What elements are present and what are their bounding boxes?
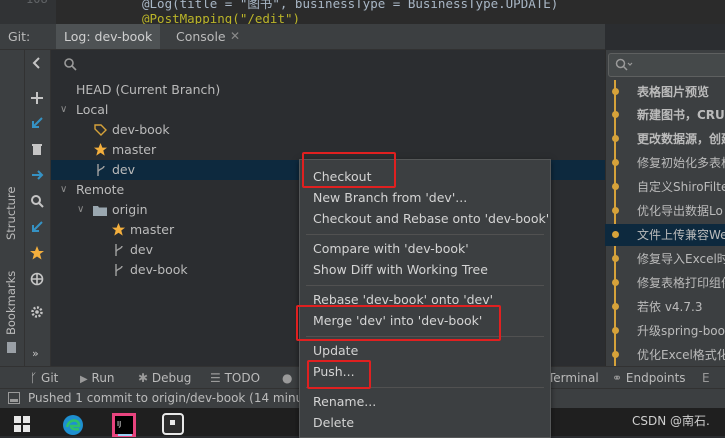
- commit-row[interactable]: 新建图书，CRUD: [605, 104, 725, 126]
- edge-browser-icon[interactable]: [62, 414, 84, 436]
- code-editor[interactable]: 108 @Log(title = "图书", businessType = Bu…: [0, 0, 725, 26]
- windows-start-icon[interactable]: [14, 416, 30, 432]
- commit-node: [612, 327, 619, 334]
- commit-row[interactable]: 优化导出数据Lo: [605, 200, 725, 222]
- list-icon: ☰: [210, 371, 221, 385]
- todo-tool-button[interactable]: ☰ TODO: [210, 371, 260, 385]
- branches-action-column: »: [25, 50, 51, 366]
- bookmarks-tab[interactable]: Bookmarks: [4, 271, 18, 335]
- tab-log[interactable]: Log: dev-book: [56, 24, 161, 49]
- chevron-down-icon[interactable]: ∨: [77, 200, 84, 220]
- update-selected-icon[interactable]: [30, 116, 44, 130]
- left-tool-strip: Structure Bookmarks: [0, 50, 25, 366]
- more-chevron-icon[interactable]: »: [32, 347, 39, 360]
- folder-icon: [93, 205, 107, 216]
- commit-row[interactable]: 若依 v4.7.3: [605, 296, 725, 318]
- menu-item-show-diff[interactable]: Show Diff with Working Tree: [313, 260, 488, 280]
- menu-item-new-branch[interactable]: New Branch from 'dev'...: [313, 188, 467, 208]
- bug-icon: ✱: [138, 371, 149, 385]
- problems-tool-button[interactable]: ●: [282, 371, 292, 385]
- commit-row[interactable]: 修复表格打印组件: [605, 272, 725, 294]
- commit-row[interactable]: 升级spring-boo: [605, 320, 725, 342]
- terminal-tool-button[interactable]: Terminal: [548, 371, 599, 385]
- tab-console[interactable]: Console: [176, 29, 226, 44]
- expand-all-icon[interactable]: [30, 272, 44, 286]
- commit-search-input[interactable]: [608, 53, 725, 77]
- favorite-star-icon[interactable]: [29, 245, 45, 261]
- menu-item-rename[interactable]: Rename...: [313, 392, 376, 412]
- search-icon: [63, 57, 77, 71]
- commit-node: [612, 303, 619, 310]
- watermark: CSDN @南石.: [632, 414, 710, 428]
- tree-item-head[interactable]: HEAD (Current Branch): [51, 80, 605, 100]
- add-branch-icon[interactable]: [30, 91, 44, 105]
- commit-row[interactable]: 自定义ShiroFilte: [605, 176, 725, 198]
- commit-node: [612, 183, 619, 190]
- menu-item-checkout-rebase[interactable]: Checkout and Rebase onto 'dev-book': [313, 209, 549, 229]
- commit-node: [612, 255, 619, 262]
- git-tool-title: Git:: [8, 29, 31, 44]
- branch-icon: [113, 263, 125, 277]
- commit-node: [612, 111, 619, 118]
- branch-icon: [95, 163, 107, 177]
- menu-item-update[interactable]: Update: [313, 341, 358, 361]
- commit-node: [612, 207, 619, 214]
- commit-row[interactable]: 修复导入Excel时: [605, 248, 725, 270]
- settings-gear-icon[interactable]: [30, 305, 44, 319]
- git-tool-button[interactable]: ᚴ Git: [30, 371, 58, 385]
- close-icon[interactable]: ✕: [230, 29, 240, 43]
- menu-separator: [306, 285, 544, 286]
- commit-list[interactable]: 表格图片预览 新建图书，CRUD 更改数据源，创建 修复初始化多表格 自定义Sh…: [605, 81, 725, 366]
- endpoints-tool-button[interactable]: ⚭ Endpoints: [612, 371, 686, 385]
- highlight-push: [307, 360, 371, 389]
- fetch-icon[interactable]: [30, 220, 44, 234]
- commit-row[interactable]: 更改数据源，创建: [605, 128, 725, 150]
- highlight-merge: [296, 305, 501, 341]
- menu-item-delete[interactable]: Delete: [313, 413, 354, 433]
- git-tool-window-header: Git: Log: dev-book Console ✕: [0, 24, 605, 50]
- branch-icon: [113, 243, 125, 257]
- highlight-checkout: [302, 152, 396, 188]
- line-number: 108: [26, 0, 48, 6]
- endpoints-icon: ⚭: [612, 371, 623, 385]
- bookmark-icon: [7, 342, 16, 353]
- favorite-star-icon: [111, 222, 126, 237]
- branch-search-field[interactable]: [51, 52, 605, 78]
- structure-tab[interactable]: Structure: [4, 187, 18, 241]
- status-message[interactable]: Pushed 1 commit to origin/dev-book (14 m…: [28, 391, 308, 405]
- search-icon[interactable]: [30, 194, 44, 208]
- tree-item-local-dev-book[interactable]: dev-book: [51, 120, 605, 140]
- tree-item-local[interactable]: ∨ Local: [51, 100, 605, 120]
- favorite-star-icon: [93, 142, 108, 157]
- tag-icon: [94, 124, 107, 137]
- collapse-panel-icon[interactable]: [31, 56, 43, 70]
- commit-node: [612, 351, 619, 358]
- commit-node: [612, 159, 619, 166]
- menu-separator: [306, 234, 544, 235]
- chevron-down-icon[interactable]: ∨: [60, 180, 67, 200]
- commit-node: [612, 279, 619, 286]
- commit-row[interactable]: 修复初始化多表格: [605, 152, 725, 174]
- commit-node: [612, 231, 619, 238]
- debug-tool-button[interactable]: ✱ Debug: [138, 371, 191, 385]
- window-toggle-icon[interactable]: [8, 392, 20, 404]
- commit-row[interactable]: 文件上传兼容We: [605, 224, 725, 246]
- terminal-app-icon[interactable]: [162, 413, 184, 435]
- delete-branch-icon[interactable]: [30, 142, 44, 156]
- branch-context-menu: Checkout New Branch from 'dev'... Checko…: [299, 159, 551, 438]
- menu-item-compare[interactable]: Compare with 'dev-book': [313, 239, 469, 259]
- commit-node: [612, 88, 619, 95]
- branch-icon: ᚴ: [30, 371, 38, 385]
- svg-text:IJ: IJ: [117, 420, 121, 428]
- search-icon: [615, 58, 633, 71]
- commit-row[interactable]: 表格图片预览: [605, 81, 725, 103]
- play-icon: ▶: [80, 374, 88, 385]
- commit-node: [612, 135, 619, 142]
- compare-branches-icon[interactable]: [30, 168, 44, 182]
- chevron-down-icon[interactable]: ∨: [60, 100, 67, 120]
- more-tool-button[interactable]: E: [702, 371, 710, 385]
- commit-row[interactable]: 优化Excel格式化: [605, 344, 725, 366]
- run-tool-button[interactable]: ▶ Run: [80, 371, 115, 385]
